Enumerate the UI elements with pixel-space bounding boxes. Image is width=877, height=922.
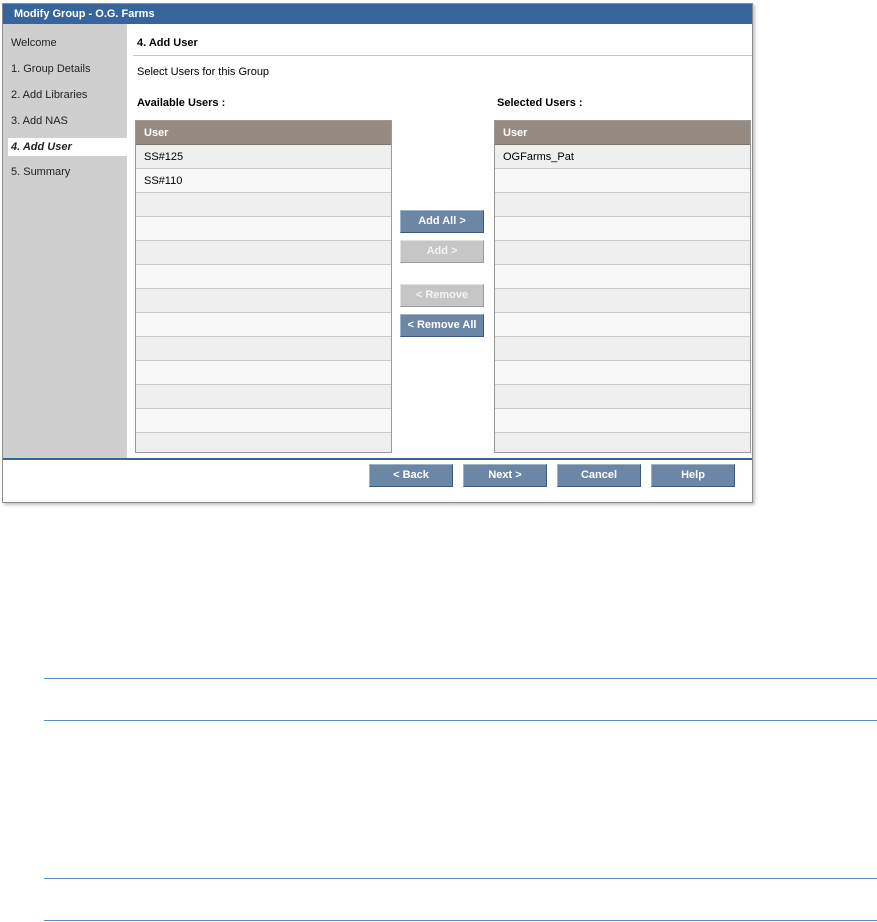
sidebar-item-add-libraries[interactable]: 2. Add Libraries	[8, 86, 127, 104]
add-all-button[interactable]: Add All >	[400, 210, 484, 233]
table-row[interactable]: SS#110	[136, 169, 391, 193]
footer-divider	[3, 458, 752, 460]
selected-users-column-header[interactable]: User	[495, 121, 750, 145]
table-row[interactable]	[495, 217, 750, 241]
table-row[interactable]	[136, 193, 391, 217]
instruction-text: Select Users for this Group	[137, 66, 270, 78]
sidebar-item-add-nas[interactable]: 3. Add NAS	[8, 112, 127, 130]
table-row[interactable]	[495, 409, 750, 433]
remove-button[interactable]: < Remove	[400, 284, 484, 307]
table-row[interactable]	[495, 169, 750, 193]
title-divider	[133, 55, 752, 56]
table-row[interactable]: SS#125	[136, 145, 391, 169]
table-row[interactable]	[495, 289, 750, 313]
table-row[interactable]	[136, 409, 391, 433]
window-title: Modify Group - O.G. Farms	[3, 4, 752, 24]
next-button[interactable]: Next >	[463, 464, 547, 487]
sidebar-item-group-details[interactable]: 1. Group Details	[8, 60, 127, 78]
table-row[interactable]	[136, 217, 391, 241]
sidebar-item-summary[interactable]: 5. Summary	[8, 163, 127, 181]
divider-line	[44, 720, 877, 721]
available-users-list[interactable]: User SS#125 SS#110	[135, 120, 392, 453]
table-row[interactable]	[495, 433, 750, 452]
table-row[interactable]	[136, 337, 391, 361]
table-row[interactable]	[136, 313, 391, 337]
table-row[interactable]	[495, 265, 750, 289]
wizard-content: 4. Add User Select Users for this Group …	[127, 24, 752, 458]
table-row[interactable]	[136, 265, 391, 289]
table-row[interactable]	[495, 337, 750, 361]
available-users-label: Available Users :	[137, 97, 226, 109]
remove-all-button[interactable]: < Remove All	[400, 314, 484, 337]
back-button[interactable]: < Back	[369, 464, 453, 487]
sidebar-item-add-user[interactable]: 4. Add User	[8, 138, 127, 156]
add-button[interactable]: Add >	[400, 240, 484, 263]
modify-group-dialog: Modify Group - O.G. Farms Welcome 1. Gro…	[2, 3, 753, 503]
table-row[interactable]: OGFarms_Pat	[495, 145, 750, 169]
page-title: 4. Add User	[137, 37, 198, 49]
table-row[interactable]	[136, 385, 391, 409]
available-users-column-header[interactable]: User	[136, 121, 391, 145]
cancel-button[interactable]: Cancel	[557, 464, 641, 487]
divider-line	[44, 920, 877, 921]
wizard-sidebar: Welcome 1. Group Details 2. Add Librarie…	[3, 24, 127, 458]
table-row[interactable]	[495, 193, 750, 217]
table-row[interactable]	[136, 433, 391, 452]
divider-line	[44, 878, 877, 879]
selected-users-list[interactable]: User OGFarms_Pat	[494, 120, 751, 453]
table-row[interactable]	[136, 361, 391, 385]
table-row[interactable]	[495, 313, 750, 337]
help-button[interactable]: Help	[651, 464, 735, 487]
table-row[interactable]	[495, 361, 750, 385]
selected-users-label: Selected Users :	[497, 97, 583, 109]
table-row[interactable]	[136, 289, 391, 313]
table-row[interactable]	[136, 241, 391, 265]
table-row[interactable]	[495, 241, 750, 265]
table-row[interactable]	[495, 385, 750, 409]
divider-line	[44, 678, 877, 679]
sidebar-item-welcome[interactable]: Welcome	[8, 34, 127, 52]
